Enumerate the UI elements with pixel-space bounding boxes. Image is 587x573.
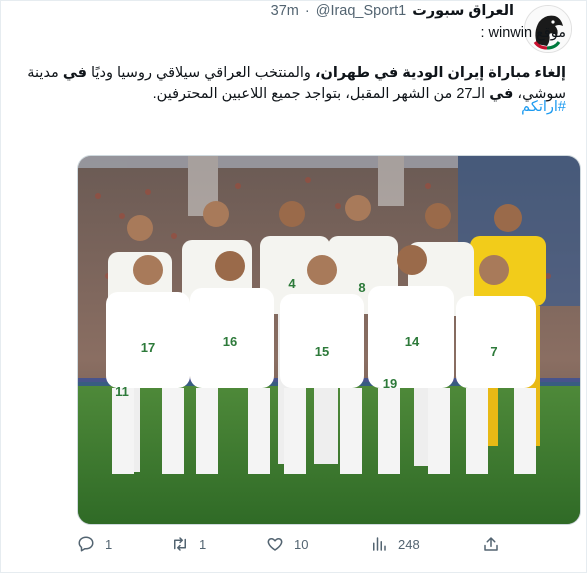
share-icon bbox=[484, 537, 498, 551]
jersey-number: 19 bbox=[383, 376, 397, 391]
jersey-number: 4 bbox=[288, 276, 296, 291]
tweet-card[interactable]: العراق سبورت @Iraq_Sport1 · 37m موقع win… bbox=[0, 0, 587, 573]
jersey-number: 11 bbox=[115, 384, 129, 399]
jersey-number: 7 bbox=[490, 344, 497, 359]
reply-icon bbox=[78, 536, 94, 552]
text-bold-2: في bbox=[62, 65, 88, 81]
action-bar: 1 1 10 248 bbox=[1, 535, 586, 561]
hashtag-link[interactable]: #اراتكم bbox=[21, 99, 566, 115]
handle[interactable]: @Iraq_Sport1 bbox=[316, 3, 407, 19]
reply-count: 1 bbox=[105, 536, 113, 552]
retweet-icon bbox=[174, 537, 186, 551]
like-count: 10 bbox=[294, 536, 309, 552]
timestamp[interactable]: 37m bbox=[271, 3, 299, 19]
source-line: موقع winwin : bbox=[480, 25, 566, 41]
jersey-number: 8 bbox=[358, 280, 365, 295]
jersey-number: 14 bbox=[405, 334, 420, 349]
share-button[interactable] bbox=[482, 535, 500, 553]
text-bold-1: إلغاء مباراة إيران الودية في طهران، bbox=[314, 65, 566, 81]
views-count: 248 bbox=[398, 536, 420, 552]
team-photo-illustration: 17 16 15 14 7 4 8 11 19 bbox=[78, 156, 580, 524]
jersey-number: 16 bbox=[223, 334, 237, 349]
separator-dot: · bbox=[304, 3, 310, 19]
jersey-number: 15 bbox=[315, 344, 329, 359]
retweet-count: 1 bbox=[199, 536, 207, 552]
text-normal-1: والمنتخب العراقي سيلاقي روسيا وديًا bbox=[87, 65, 315, 81]
retweet-button[interactable]: 1 bbox=[171, 535, 206, 553]
like-button[interactable]: 10 bbox=[266, 535, 308, 553]
heart-icon bbox=[267, 538, 283, 551]
name-line: العراق سبورت @Iraq_Sport1 · 37m bbox=[271, 3, 514, 19]
jersey-number: 17 bbox=[141, 340, 155, 355]
reply-button[interactable]: 1 bbox=[77, 535, 112, 553]
display-name[interactable]: العراق سبورت bbox=[412, 3, 514, 19]
views-button[interactable]: 248 bbox=[370, 535, 420, 553]
team-photo[interactable]: 17 16 15 14 7 4 8 11 19 bbox=[77, 155, 581, 525]
bar-chart-icon bbox=[373, 537, 386, 551]
